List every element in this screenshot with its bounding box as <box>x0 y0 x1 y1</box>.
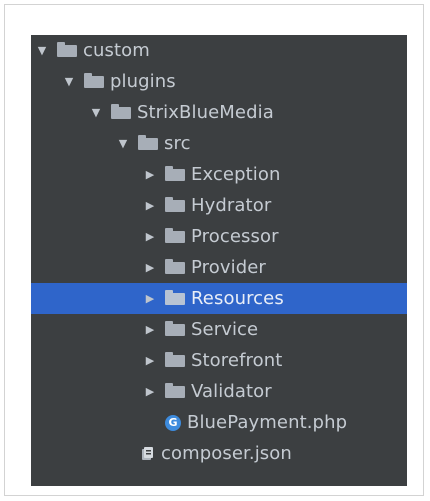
tree-item-resources[interactable]: ▶ Resources <box>31 283 407 314</box>
tree-item-label: BluePayment.php <box>187 412 348 433</box>
folder-icon <box>165 320 185 336</box>
tree-item-label: Validator <box>191 381 272 402</box>
folder-icon <box>165 196 185 212</box>
arrow-right-icon[interactable]: ▶ <box>143 376 157 407</box>
folder-icon <box>138 134 158 150</box>
folder-icon <box>165 382 185 398</box>
folder-icon <box>57 41 77 57</box>
tree-item-src[interactable]: ▼ src <box>31 128 407 159</box>
bottom-cutoff <box>31 486 407 492</box>
php-file-icon: G <box>165 414 181 431</box>
json-file-icon-svg <box>142 446 153 460</box>
tree-item-label: Processor <box>191 226 279 247</box>
folder-icon <box>84 72 104 88</box>
arrow-right-icon[interactable]: ▶ <box>143 221 157 252</box>
tree-item-label: Resources <box>191 288 284 309</box>
tree-item-strixbluemedia[interactable]: ▼ StrixBlueMedia <box>31 97 407 128</box>
tree-item-validator[interactable]: ▶ Validator <box>31 376 407 407</box>
tree-item-label: Service <box>191 319 259 340</box>
tree-item-label: src <box>164 133 191 154</box>
folder-icon <box>165 289 185 305</box>
arrow-right-icon[interactable]: ▶ <box>143 159 157 190</box>
tree-item-label: Storefront <box>191 350 283 371</box>
tree-item-label: StrixBlueMedia <box>137 102 274 123</box>
folder-icon <box>165 258 185 274</box>
tree-item-label: custom <box>83 40 150 61</box>
tree-item-label: plugins <box>110 71 176 92</box>
tree-item-label: composer.json <box>161 443 292 464</box>
tree-item-composer-json[interactable]: composer.json <box>31 438 407 469</box>
folder-icon <box>165 165 185 181</box>
tree-item-storefront[interactable]: ▶ Storefront <box>31 345 407 376</box>
tree-item-hydrator[interactable]: ▶ Hydrator <box>31 190 407 221</box>
tree-item-provider[interactable]: ▶ Provider <box>31 252 407 283</box>
tree-item-service[interactable]: ▶ Service <box>31 314 407 345</box>
json-file-icon <box>139 446 155 462</box>
tree-item-plugins[interactable]: ▼ plugins <box>31 66 407 97</box>
arrow-right-icon[interactable]: ▶ <box>143 283 157 314</box>
arrow-right-icon[interactable]: ▶ <box>143 345 157 376</box>
arrow-down-icon[interactable]: ▼ <box>116 128 130 159</box>
tree-item-label: Exception <box>191 164 281 185</box>
folder-icon <box>111 103 131 119</box>
tree-item-label: Hydrator <box>191 195 272 216</box>
arrow-down-icon[interactable]: ▼ <box>35 35 49 66</box>
arrow-down-icon[interactable]: ▼ <box>62 66 76 97</box>
arrow-down-icon[interactable]: ▼ <box>89 97 103 128</box>
folder-icon <box>165 227 185 243</box>
tree-item-custom[interactable]: ▼ custom <box>31 35 407 66</box>
tree-item-exception[interactable]: ▶ Exception <box>31 159 407 190</box>
tree-item-label: Provider <box>191 257 266 278</box>
tree-item-processor[interactable]: ▶ Processor <box>31 221 407 252</box>
arrow-right-icon[interactable]: ▶ <box>143 314 157 345</box>
arrow-right-icon[interactable]: ▶ <box>143 190 157 221</box>
tree-item-bluepayment-php[interactable]: G BluePayment.php <box>31 407 407 438</box>
folder-icon <box>165 351 185 367</box>
arrow-right-icon[interactable]: ▶ <box>143 252 157 283</box>
project-tree-panel: ▼ custom ▼ plugins ▼ StrixBlueMedia ▼ sr… <box>31 35 407 486</box>
